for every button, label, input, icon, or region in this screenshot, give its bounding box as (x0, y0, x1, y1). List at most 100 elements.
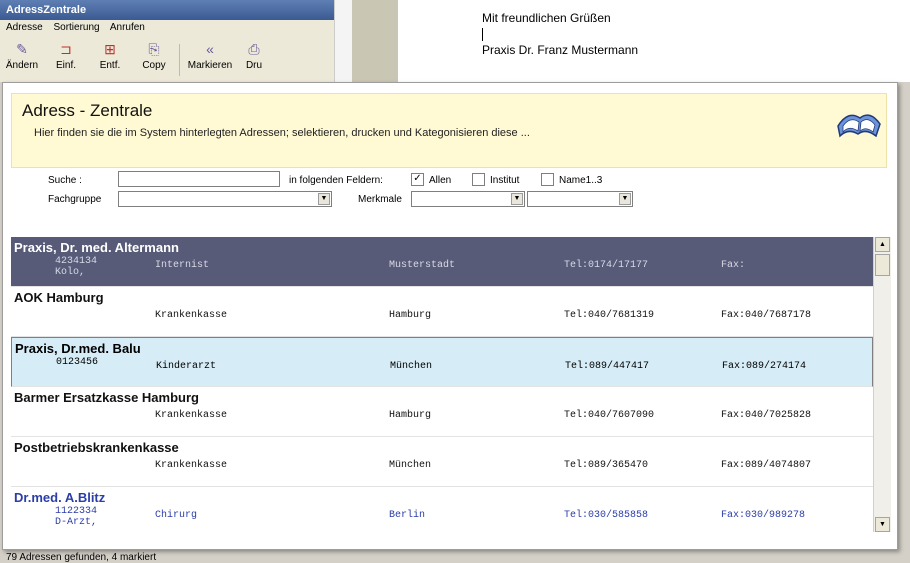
address-city: München (389, 460, 432, 471)
scroll-thumb[interactable] (875, 254, 890, 276)
address-city: Musterstadt (389, 260, 456, 271)
address-city: Hamburg (389, 410, 432, 421)
print-icon: ⎙ (248, 41, 260, 57)
address-tel: Tel:0174/17177 (564, 260, 649, 271)
address-name: Praxis, Dr.med. Balu (15, 341, 141, 356)
address-type: Krankenkasse (155, 310, 228, 321)
scroll-up-button[interactable]: ▲ (875, 237, 890, 252)
chevron-down-icon[interactable]: ▼ (619, 193, 631, 205)
checkbox-allen-label: Allen (429, 175, 452, 186)
address-name: Dr.med. A.Blitz (14, 490, 106, 505)
address-fax: Fax:089/274174 (722, 361, 807, 372)
delete-icon: ⊞ (104, 41, 116, 57)
letter-greeting: Mit freundlichen Grüßen (482, 11, 611, 25)
address-type: Krankenkasse (155, 410, 228, 421)
address-fax: Fax:040/7025828 (721, 410, 812, 421)
aendern-label: Ändern (5, 60, 39, 71)
address-id: 0123456 (56, 357, 99, 368)
address-name: Praxis, Dr. med. Altermann (14, 240, 179, 255)
address-id-number: 1122334 (55, 506, 98, 517)
menu-adresse[interactable]: Adresse (6, 22, 43, 33)
window-title: AdressZentrale (6, 4, 87, 16)
address-name: AOK Hamburg (14, 290, 104, 305)
search-input[interactable] (118, 171, 280, 187)
address-type: Kinderarzt (156, 361, 217, 372)
window-titlebar[interactable]: AdressZentrale (0, 0, 352, 20)
address-type: Krankenkasse (155, 460, 228, 471)
address-city: Berlin (389, 510, 426, 521)
letter-document: Mit freundlichen Grüßen Praxis Dr. Franz… (398, 0, 910, 82)
list-item[interactable]: Praxis, Dr.med. Balu 0123456 Kinderarzt … (11, 337, 873, 387)
merkmal-select-1[interactable]: ▼ (411, 191, 525, 207)
markieren-label: Markieren (187, 60, 233, 71)
letter-signature: Praxis Dr. Franz Mustermann (482, 43, 639, 57)
list-item[interactable]: AOK Hamburg Krankenkasse Hamburg Tel:040… (11, 287, 873, 337)
address-type: Internist (155, 260, 210, 271)
aendern-button[interactable]: ✎ Ändern (0, 38, 44, 82)
menu-sortierung[interactable]: Sortierung (53, 22, 99, 33)
dialog-header: Adress - Zentrale Hier finden sie die im… (11, 93, 887, 168)
fields-label: in folgenden Feldern: (289, 175, 383, 186)
scroll-down-button[interactable]: ▼ (875, 517, 890, 532)
markieren-button[interactable]: « Markieren (183, 38, 237, 82)
list-item[interactable]: Praxis, Dr. med. Altermann 4234134 Kolo, … (11, 237, 873, 287)
checkbox-institut-label: Institut (490, 175, 520, 186)
address-fax: Fax:040/7687178 (721, 310, 812, 321)
filter-panel: Suche : in folgenden Feldern: ✓ Allen In… (11, 171, 885, 225)
dialog-description: Hier finden sie die im System hinterlegt… (34, 127, 530, 139)
toolbar-separator (179, 44, 180, 76)
address-tel: Tel:089/365470 (564, 460, 649, 471)
chevron-down-icon[interactable]: ▼ (318, 193, 330, 205)
address-tel: Tel:089/447417 (565, 361, 650, 372)
address-type: Chirurg (155, 510, 198, 521)
background-address-window: AdressZentrale Adresse Sortierung Anrufe… (0, 0, 353, 82)
background-scrollbar[interactable] (334, 0, 353, 82)
address-tel: Tel:030/585858 (564, 510, 649, 521)
address-id: 4234134 Kolo, (55, 256, 97, 278)
checkbox-name[interactable] (541, 173, 554, 186)
list-item[interactable]: Barmer Ersatzkasse Hamburg Krankenkasse … (11, 387, 873, 437)
address-name: Barmer Ersatzkasse Hamburg (14, 390, 199, 405)
address-list: Praxis, Dr. med. Altermann 4234134 Kolo, … (11, 237, 873, 532)
entfernen-label: Entf. (99, 60, 121, 71)
copy-icon: ⎘ (148, 41, 160, 57)
menu-anrufen[interactable]: Anrufen (110, 22, 145, 33)
copy-label: Copy (142, 60, 166, 71)
drucken-label: Dru (245, 60, 263, 71)
copy-button[interactable]: ⎘ Copy (132, 38, 176, 82)
status-bar: 79 Adressen gefunden, 4 markiert (6, 552, 157, 563)
list-item[interactable]: Dr.med. A.Blitz 1122334 D-Arzt, Chirurg B… (11, 487, 873, 532)
address-fax: Fax:089/4074807 (721, 460, 812, 471)
list-item[interactable]: Postbetriebskrankenkasse Krankenkasse Mü… (11, 437, 873, 487)
dialog-title: Adress - Zentrale (22, 101, 153, 120)
mark-icon: « (206, 41, 214, 57)
chevron-down-icon[interactable]: ▼ (511, 193, 523, 205)
fachgruppe-label: Fachgruppe (48, 194, 102, 205)
address-tel: Tel:040/7681319 (564, 310, 655, 321)
address-id-extra: D-Arzt, (55, 517, 98, 528)
entfernen-button[interactable]: ⊞ Entf. (88, 38, 132, 82)
insert-icon: ⊐ (60, 41, 72, 57)
menu-bar: Adresse Sortierung Anrufen (0, 20, 352, 36)
window-gap (352, 0, 398, 82)
checkbox-institut[interactable] (472, 173, 485, 186)
drucken-button[interactable]: ⎙ Dru (237, 38, 271, 82)
address-fax: Fax:030/989278 (721, 510, 806, 521)
address-dialog: Adress - Zentrale Hier finden sie die im… (2, 82, 898, 550)
merkmale-label: Merkmale (358, 194, 402, 205)
fachgruppe-select[interactable]: ▼ (118, 191, 332, 207)
address-city: Hamburg (389, 310, 432, 321)
einfuegen-label: Einf. (55, 60, 76, 71)
address-name: Postbetriebskrankenkasse (14, 440, 179, 455)
list-scrollbar[interactable]: ▲ ▼ (873, 237, 891, 532)
checkbox-name-label: Name1..3 (559, 175, 603, 186)
checkbox-allen[interactable]: ✓ (411, 173, 424, 186)
address-book-icon (837, 114, 881, 138)
address-fax: Fax: (721, 260, 746, 271)
address-city: München (390, 361, 433, 372)
address-id: 1122334 D-Arzt, (55, 506, 97, 528)
einfuegen-button[interactable]: ⊐ Einf. (44, 38, 88, 82)
address-tel: Tel:040/7607090 (564, 410, 655, 421)
merkmal-select-2[interactable]: ▼ (527, 191, 633, 207)
address-id-number: 4234134 (55, 256, 98, 267)
